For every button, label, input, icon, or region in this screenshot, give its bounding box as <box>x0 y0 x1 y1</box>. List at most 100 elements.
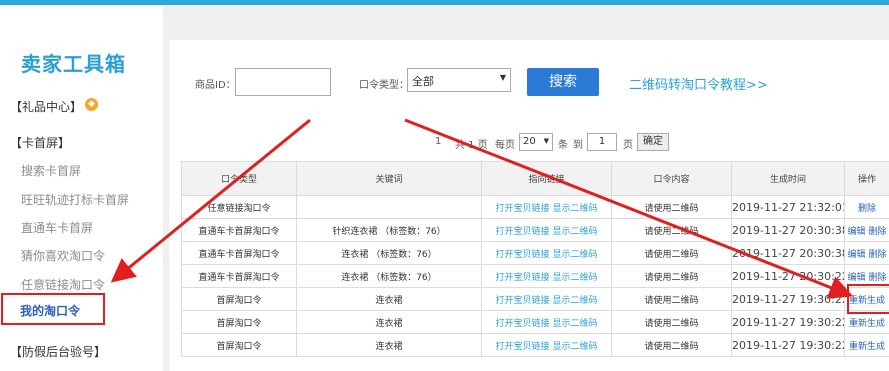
product-id-label: 商品ID： <box>195 80 236 91</box>
col-header-ops: 操作 <box>844 161 889 196</box>
sidebar: 卖家工具箱 【礼品中心】 ◆ 【卡首屏】 搜索卡首屏 旺旺轨迹打标卡首屏 直通车卡… <box>0 6 163 371</box>
cell-keyword <box>296 195 482 219</box>
cell-link: 打开宝贝链接 显示二维码 <box>481 310 612 334</box>
regenerate-link[interactable]: 重新生成 <box>849 342 885 352</box>
top-bar <box>0 0 889 5</box>
col-header-time: 生成时间 <box>731 161 845 196</box>
cell-keyword: 连衣裙 （标签数：76） <box>296 264 482 288</box>
cell-keyword: 连衣裙 <box>296 310 482 334</box>
cell-content: 请使用二维码 <box>611 287 732 311</box>
table-row: 首屏淘口令 连衣裙 打开宝贝链接 显示二维码 请使用二维码 2019-11-27… <box>181 287 889 311</box>
edit-link[interactable]: 编辑 <box>848 227 866 237</box>
cell-keyword: 连衣裙 （标签数：76） <box>296 241 482 265</box>
cell-keyword: 连衣裙 <box>296 333 482 357</box>
chevron-down-icon: ▼ <box>499 73 506 82</box>
per-page-select[interactable]: 20 ▼ <box>519 133 553 151</box>
sidebar-item-guess-like[interactable]: 猜你喜欢淘口令 <box>21 247 105 264</box>
cell-type: 首屏淘口令 <box>181 333 297 357</box>
show-qr-link[interactable]: 显示二维码 <box>552 204 597 214</box>
sidebar-item-label: 我的淘口令 <box>20 304 81 318</box>
current-page[interactable]: 1 <box>435 136 441 147</box>
sidebar-item-anti-fake[interactable]: 【防假后台验号】 <box>10 343 106 360</box>
cell-content: 请使用二维码 <box>611 218 732 242</box>
cell-keyword: 针织连衣裙 （标签数：76） <box>296 218 482 242</box>
cell-keyword: 连衣裙 <box>296 287 482 311</box>
delete-link[interactable]: 删除 <box>868 250 886 260</box>
cell-ops: 编辑 删除 <box>844 241 889 265</box>
goto-unit: 页 <box>623 140 633 151</box>
cell-content: 请使用二维码 <box>611 241 732 265</box>
col-header-link: 指向链接 <box>481 161 612 196</box>
open-item-link[interactable]: 打开宝贝链接 <box>496 342 550 352</box>
cell-ops: 编辑 删除 <box>844 218 889 242</box>
per-page-unit: 条 <box>558 140 568 151</box>
type-select[interactable]: 全部 ▼ <box>407 68 511 92</box>
delete-link[interactable]: 删除 <box>868 227 886 237</box>
edit-link[interactable]: 编辑 <box>848 273 866 283</box>
cell-link: 打开宝贝链接 显示二维码 <box>481 287 612 311</box>
show-qr-link[interactable]: 显示二维码 <box>552 250 597 260</box>
table-row: 直通车卡首屏淘口令 连衣裙 （标签数：76） 打开宝贝链接 显示二维码 请使用二… <box>181 264 889 288</box>
sidebar-item-search-card[interactable]: 搜索卡首屏 <box>21 162 81 179</box>
sidebar-item-wangwang-card[interactable]: 旺旺轨迹打标卡首屏 <box>21 191 129 208</box>
open-item-link[interactable]: 打开宝贝链接 <box>496 204 550 214</box>
open-item-link[interactable]: 打开宝贝链接 <box>496 273 550 283</box>
cell-content: 请使用二维码 <box>611 333 732 357</box>
total-pages: 共 1 页 <box>455 140 488 151</box>
cell-link: 打开宝贝链接 显示二维码 <box>481 218 612 242</box>
show-qr-link[interactable]: 显示二维码 <box>552 273 597 283</box>
cell-time: 2019-11-27 20:30:38 <box>731 241 845 265</box>
cell-type: 首屏淘口令 <box>181 310 297 334</box>
open-item-link[interactable]: 打开宝贝链接 <box>496 296 550 306</box>
regenerate-link[interactable]: 重新生成 <box>849 319 885 329</box>
open-item-link[interactable]: 打开宝贝链接 <box>496 250 550 260</box>
cell-link: 打开宝贝链接 显示二维码 <box>481 241 612 265</box>
goto-label: 到 <box>573 140 583 151</box>
cell-content: 请使用二维码 <box>611 195 732 219</box>
col-header-keyword: 关键词 <box>296 161 482 196</box>
sidebar-item-label: 【礼品中心】 <box>10 100 83 114</box>
main-panel: 商品ID： 口令类型： 全部 ▼ 搜索 二维码转淘口令教程>> 1 共 1 页 … <box>169 40 889 371</box>
table-row: 直通车卡首屏淘口令 针织连衣裙 （标签数：76） 打开宝贝链接 显示二维码 请使… <box>181 218 889 242</box>
cell-link: 打开宝贝链接 显示二维码 <box>481 195 612 219</box>
sidebar-item-ztc-card[interactable]: 直通车卡首屏 <box>21 219 93 236</box>
edit-link[interactable]: 编辑 <box>848 250 866 260</box>
cell-ops: 删除 <box>844 195 889 219</box>
per-page-value: 20 <box>523 136 536 147</box>
delete-link[interactable]: 删除 <box>868 273 886 283</box>
cell-type: 直通车卡首屏淘口令 <box>181 218 297 242</box>
ops-highlight-box <box>847 284 889 314</box>
tutorial-link[interactable]: 二维码转淘口令教程>> <box>629 74 768 93</box>
goto-page-input[interactable]: 1 <box>587 133 617 151</box>
show-qr-link[interactable]: 显示二维码 <box>552 296 597 306</box>
cell-time: 2019-11-27 19:30:22 <box>731 287 845 311</box>
cell-time: 2019-11-27 19:30:22 <box>731 310 845 334</box>
show-qr-link[interactable]: 显示二维码 <box>552 319 597 329</box>
cell-type: 直通车卡首屏淘口令 <box>181 264 297 288</box>
product-id-input[interactable] <box>235 68 331 96</box>
sidebar-item-any-link[interactable]: 任意链接淘口令 <box>21 276 105 293</box>
cell-time: 2019-11-27 19:30:22 <box>731 333 845 357</box>
cell-time: 2019-11-27 20:30:38 <box>731 218 845 242</box>
cell-type: 直通车卡首屏淘口令 <box>181 241 297 265</box>
open-item-link[interactable]: 打开宝贝链接 <box>496 227 550 237</box>
table-header: 口令类型 关键词 指向链接 口令内容 生成时间 操作 <box>181 161 889 196</box>
sidebar-item-card-home[interactable]: 【卡首屏】 <box>10 134 70 151</box>
open-item-link[interactable]: 打开宝贝链接 <box>496 319 550 329</box>
goto-confirm-button[interactable]: 确定 <box>637 133 669 151</box>
search-button[interactable]: 搜索 <box>527 68 599 96</box>
table-row: 任意链接淘口令 打开宝贝链接 显示二维码 请使用二维码 2019-11-27 2… <box>181 195 889 219</box>
show-qr-link[interactable]: 显示二维码 <box>552 227 597 237</box>
cell-type: 首屏淘口令 <box>181 287 297 311</box>
sidebar-item-gift-center[interactable]: 【礼品中心】 ◆ <box>10 98 99 115</box>
show-qr-link[interactable]: 显示二维码 <box>552 342 597 352</box>
chevron-down-icon: ▼ <box>543 137 549 145</box>
cell-ops: 重新生成 <box>844 333 889 357</box>
cell-time: 2019-11-27 21:32:01 <box>731 195 845 219</box>
cell-link: 打开宝贝链接 显示二维码 <box>481 333 612 357</box>
delete-link[interactable]: 删除 <box>858 204 876 214</box>
cell-type: 任意链接淘口令 <box>181 195 297 219</box>
per-page-label: 每页 <box>495 140 515 151</box>
sidebar-item-my-tao-token[interactable]: 我的淘口令 <box>1 293 105 325</box>
token-table: 口令类型 关键词 指向链接 口令内容 生成时间 操作 任意链接淘口令 打开宝贝链… <box>181 161 889 357</box>
